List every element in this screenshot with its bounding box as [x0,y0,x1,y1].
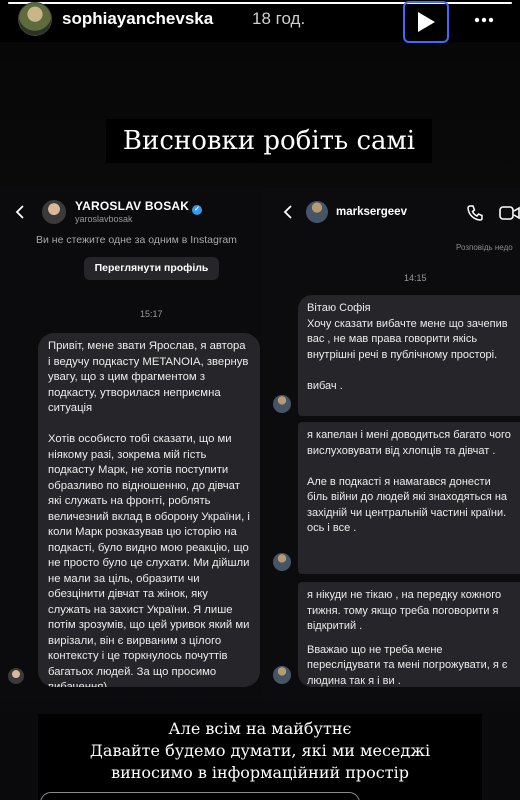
mark-avatar-small [273,553,291,571]
story-author-avatar[interactable] [18,2,52,36]
verified-icon: ✓ [192,205,203,215]
mark-avatar-small [273,395,291,413]
mark-name: marksergeev [336,206,407,218]
bottom-caption-line: Але всім на майбутнє [168,719,352,738]
more-button[interactable] [474,10,494,30]
right-chat-time: 14:15 [404,273,427,283]
yaroslav-avatar-small [8,668,24,684]
message-paragraph: вибач . [307,379,343,392]
message-paragraph: я капелан і мені доводиться багато чого … [307,429,511,457]
bottom-caption-line: виносимо в інформаційний простір [111,763,409,782]
left-message-bubble: Привіт, мене звати Ярослав, я автора і в… [38,333,260,687]
mark-avatar-small [273,666,291,684]
message-paragraph: Вважаю що не треба мене переслідувати та… [307,643,508,687]
reply-input[interactable] [40,792,360,800]
story-timestamp: 18 год. [252,9,306,28]
bottom-caption: Але всім на майбутнє Давайте будемо дума… [38,714,482,800]
back-arrow-icon [283,205,292,219]
yaroslav-name-text: YAROSLAV BOSAK [75,199,190,213]
message-paragraph: Хочу сказати вибачте мене що зачепив вас… [307,317,508,361]
right-message-bubble: я нікуди не тікаю , на передку кожного т… [298,582,520,687]
left-chat-time: 15:17 [140,309,163,319]
message-paragraph: ось і все . [307,522,357,534]
not-following-notice: Ви не стежите одне за одним в Instagram [36,234,237,246]
bottom-caption-line: Давайте будемо думати, які ми меседжі [89,741,431,760]
video-icon [499,206,520,220]
message-paragraph: Привіт, мене звати Ярослав, я автора і в… [48,340,249,414]
message-paragraph: Але в подкасті я намагався донести біль … [307,475,508,519]
yaroslav-handle: yaroslavbosak [75,214,133,224]
story-header: sophiayanchevska 18 год. [0,0,520,43]
story-author-username[interactable]: sophiayanchevska [62,9,213,29]
view-profile-button: Переглянути профіль [84,257,219,280]
message-paragraph: Вітаю Софія [307,302,371,314]
phone-icon [467,205,483,221]
right-message-bubble: Вітаю Софія Хочу сказати вибачте мене що… [298,295,520,416]
mark-avatar [306,201,328,223]
back-arrow-icon [15,205,24,219]
play-button[interactable] [403,1,449,43]
play-icon [418,12,435,32]
right-message-bubble: я капелан і мені доводиться багато чого … [298,422,520,574]
seen-status: Розповідь недо [456,243,513,252]
message-paragraph: я нікуди не тікаю , на передку кожного т… [307,589,502,632]
message-paragraph: Хотів особисто тобі сказати, що ми ніяко… [48,433,250,687]
yaroslav-name: YAROSLAV BOSAK ✓ [75,199,203,215]
more-icon [474,17,494,23]
top-caption: Висновки робіть самі [106,119,432,163]
yaroslav-avatar [42,200,66,224]
